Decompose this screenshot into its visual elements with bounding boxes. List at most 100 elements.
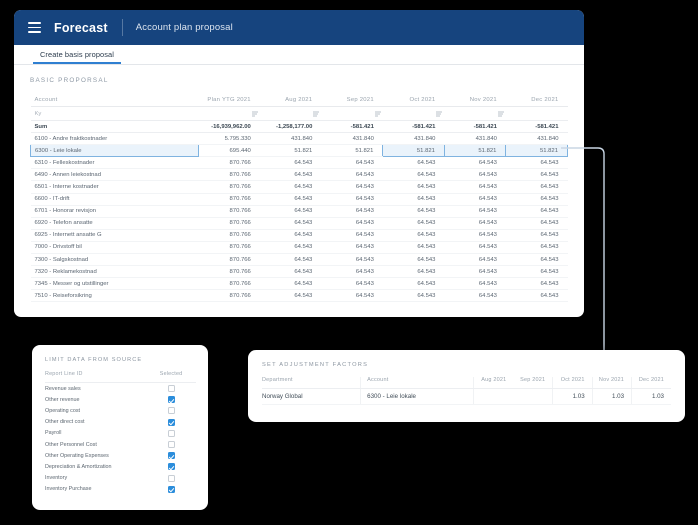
row-value-cell[interactable]: 870.766: [198, 168, 260, 182]
row-value-cell[interactable]: 64.543: [382, 241, 445, 255]
row-value-cell[interactable]: 870.766: [198, 241, 260, 255]
row-value-cell[interactable]: 64.543: [444, 193, 506, 206]
row-value-cell[interactable]: 64.543: [444, 229, 506, 242]
row-value-cell[interactable]: 64.543: [382, 253, 445, 267]
row-value-cell[interactable]: 64.543: [259, 289, 322, 303]
row-value-cell[interactable]: 64.543: [444, 265, 506, 279]
row-value-cell[interactable]: 431.840: [321, 132, 383, 146]
row-value-cell[interactable]: 64.543: [505, 265, 568, 279]
row-value-cell[interactable]: 64.543: [444, 156, 506, 170]
row-value-cell[interactable]: 870.766: [198, 180, 260, 194]
checkbox-checked-icon[interactable]: [167, 485, 175, 493]
table-row[interactable]: 6600 - IT-drift 870.766 64.543 64.543 64.543…: [30, 193, 568, 206]
filter-icon[interactable]: [251, 111, 258, 116]
row-value-cell[interactable]: 51.821: [321, 144, 383, 158]
filter-cell-aug[interactable]: [259, 106, 322, 121]
row-value-cell[interactable]: 64.543: [259, 229, 322, 242]
row-value-cell[interactable]: 64.543: [259, 217, 322, 230]
table-row[interactable]: 6310 - Felleskostnader 870.766 64.543 64.54…: [30, 156, 568, 170]
filter-icon[interactable]: [374, 111, 381, 116]
row-account-cell[interactable]: 6600 - IT-drift: [30, 193, 199, 206]
row-value-cell[interactable]: 64.543: [321, 277, 383, 291]
list-item[interactable]: Payroll: [45, 428, 196, 439]
row-value-cell[interactable]: 64.543: [444, 217, 506, 230]
row-value-cell[interactable]: 64.543: [259, 277, 322, 291]
row-value-cell[interactable]: 870.766: [198, 253, 260, 267]
tab-create-basis-proposal[interactable]: Create basis proposal: [33, 50, 121, 64]
row-value-cell[interactable]: 431.840: [259, 132, 322, 146]
row-value-cell[interactable]: 64.543: [444, 241, 506, 255]
checkbox-unchecked-icon[interactable]: [167, 407, 175, 415]
filter-cell-dec[interactable]: [505, 106, 568, 121]
row-account-cell[interactable]: 6310 - Felleskostnader: [30, 156, 199, 170]
row-account-cell[interactable]: 6490 - Annen leiekostnad: [30, 168, 199, 182]
row-value-cell[interactable]: 870.766: [198, 289, 260, 303]
adjustment-account-cell[interactable]: 6300 - Leie lokale: [360, 388, 474, 405]
filter-cell-nov[interactable]: [444, 106, 506, 121]
row-account-cell[interactable]: 6920 - Telefon ansatte: [30, 217, 199, 230]
filter-cell-plan-ytg[interactable]: [198, 106, 260, 121]
row-value-cell[interactable]: 870.766: [198, 229, 260, 242]
row-value-cell[interactable]: 695.440: [198, 144, 260, 158]
row-value-cell[interactable]: 64.543: [444, 277, 506, 291]
col-header-sep[interactable]: Sep 2021: [321, 93, 383, 107]
row-value-cell[interactable]: 64.543: [382, 229, 445, 242]
row-account-cell[interactable]: 7000 - Drivstoff bil: [30, 241, 199, 255]
row-account-cell[interactable]: 6925 - Internett ansatte G: [30, 229, 199, 242]
row-value-cell[interactable]: 64.543: [505, 289, 568, 303]
row-account-cell[interactable]: 7345 - Messer og utstillinger: [30, 277, 199, 291]
table-row[interactable]: 6925 - Internett ansatte G 870.766 64.543 6…: [30, 229, 568, 242]
row-value-cell[interactable]: 64.543: [321, 180, 383, 194]
row-value-cell[interactable]: 870.766: [198, 193, 260, 206]
row-value-cell[interactable]: 870.766: [198, 217, 260, 230]
row-value-cell[interactable]: 870.766: [198, 156, 260, 170]
table-row[interactable]: 6100 - Andre fraktkostnader 5.795.330 431.…: [30, 132, 568, 146]
checkbox-checked-icon[interactable]: [167, 452, 175, 460]
row-value-cell[interactable]: 64.543: [444, 168, 506, 182]
row-account-cell[interactable]: 7320 - Reklamekostnad: [30, 265, 199, 279]
row-value-cell[interactable]: 51.821: [259, 144, 322, 158]
row-value-cell[interactable]: 64.543: [382, 289, 445, 303]
adjustment-aug-cell[interactable]: [473, 388, 514, 405]
table-row[interactable]: 7510 - Reiseforsikring 870.766 64.543 64.54…: [30, 289, 568, 303]
table-row[interactable]: Norway Global 6300 - Leie lokale 1.03 1.03 1…: [262, 388, 671, 405]
row-account-cell[interactable]: 6300 - Leie lokale: [30, 144, 199, 158]
adjustment-dec-cell[interactable]: 1.03: [631, 388, 671, 405]
row-account-cell[interactable]: 7300 - Salgskostnad: [30, 253, 199, 267]
row-value-cell[interactable]: 64.543: [321, 241, 383, 255]
row-value-cell[interactable]: 64.543: [321, 205, 383, 218]
list-item[interactable]: Operating cost: [45, 405, 196, 416]
row-value-cell[interactable]: 51.821: [505, 144, 568, 158]
row-value-cell[interactable]: 64.543: [382, 217, 445, 230]
row-value-cell[interactable]: 64.543: [259, 168, 322, 182]
row-value-cell[interactable]: 64.543: [444, 205, 506, 218]
row-value-cell[interactable]: 64.543: [321, 217, 383, 230]
table-row[interactable]: 6701 - Honorar revisjon 870.766 64.543 64.5…: [30, 205, 568, 218]
row-value-cell[interactable]: 64.543: [321, 156, 383, 170]
row-value-cell[interactable]: 64.543: [444, 253, 506, 267]
row-value-cell[interactable]: 64.543: [505, 241, 568, 255]
checkbox-unchecked-icon[interactable]: [167, 429, 175, 437]
col-header-aug[interactable]: Aug 2021: [259, 93, 322, 107]
row-value-cell[interactable]: 51.821: [443, 144, 507, 158]
col-header-nov[interactable]: Nov 2021: [444, 93, 506, 107]
row-value-cell[interactable]: 64.543: [382, 168, 445, 182]
filter-icon[interactable]: [436, 111, 443, 116]
row-value-cell[interactable]: 64.543: [259, 180, 322, 194]
row-value-cell[interactable]: 870.766: [198, 205, 260, 218]
row-value-cell[interactable]: 64.543: [321, 229, 383, 242]
row-value-cell[interactable]: 64.543: [321, 289, 383, 303]
row-value-cell[interactable]: 64.543: [382, 265, 445, 279]
col-header-oct[interactable]: Oct 2021: [382, 93, 445, 107]
col-header-dec[interactable]: Dec 2021: [505, 93, 568, 107]
list-item[interactable]: Depreciation & Amortization: [45, 461, 196, 472]
table-row[interactable]: 7300 - Salgskostnad 870.766 64.543 64.543 64…: [30, 253, 568, 267]
table-row[interactable]: 6300 - Leie lokale 695.440 51.821 51.821 51.…: [30, 144, 568, 158]
table-row[interactable]: 7345 - Messer og utstillinger 870.766 64.5…: [30, 277, 568, 291]
list-item[interactable]: Other direct cost: [45, 417, 196, 428]
list-item[interactable]: Other Personnel Cost: [45, 439, 196, 450]
col-header-account[interactable]: Account: [30, 93, 199, 107]
table-row[interactable]: 6501 - Interne kostnader 870.766 64.543 64.…: [30, 180, 568, 194]
filter-icon[interactable]: [313, 111, 320, 116]
row-value-cell[interactable]: 64.543: [505, 180, 568, 194]
